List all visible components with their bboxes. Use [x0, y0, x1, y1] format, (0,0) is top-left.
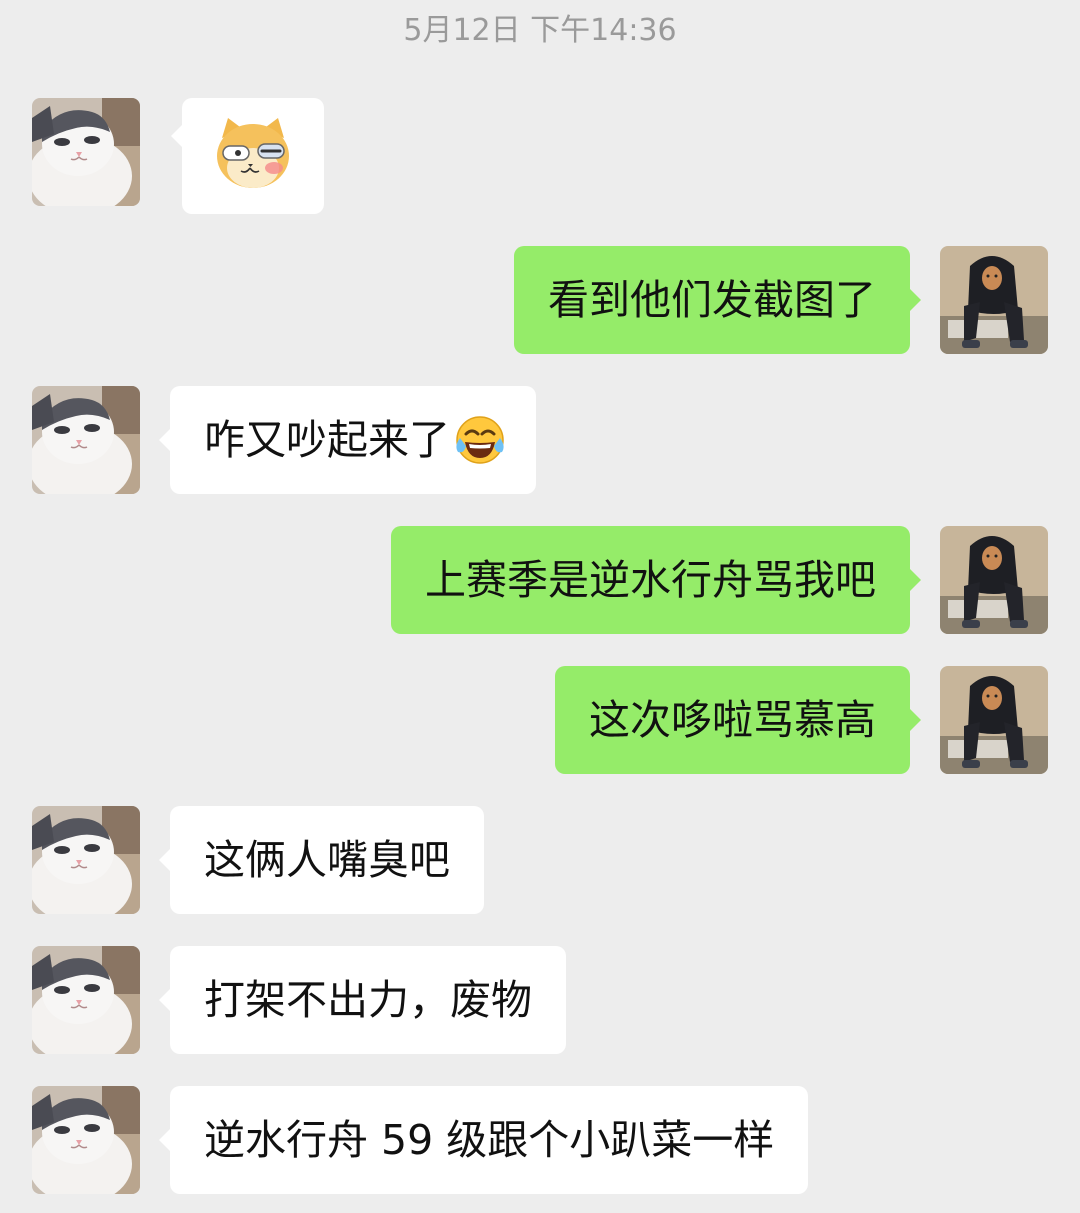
contact-avatar[interactable]	[32, 98, 140, 206]
contact-avatar[interactable]	[32, 386, 140, 494]
outgoing-message-bubble[interactable]: 这次哆啦骂慕高	[555, 666, 921, 774]
message-timestamp: 5月12日 下午14:36	[403, 13, 677, 48]
contact-avatar[interactable]	[32, 946, 140, 1054]
message-text: 这次哆啦骂慕高	[589, 696, 876, 744]
incoming-message-bubble[interactable]: 这俩人嘴臭吧	[159, 806, 484, 914]
message-text: 上赛季是逆水行舟骂我吧	[425, 556, 876, 604]
sticker-message-bubble[interactable]	[171, 98, 324, 214]
my-avatar[interactable]	[940, 246, 1048, 354]
message-text: 咋又吵起来了	[204, 416, 450, 464]
message-text: 这俩人嘴臭吧	[204, 836, 450, 884]
message-text: 看到他们发截图了	[548, 276, 876, 324]
contact-avatar[interactable]	[32, 806, 140, 914]
shiba-sticker-icon	[217, 118, 289, 188]
my-avatar[interactable]	[940, 666, 1048, 774]
outgoing-message-bubble[interactable]: 上赛季是逆水行舟骂我吧	[391, 526, 921, 634]
laughing-tears-emoji-icon	[456, 416, 504, 464]
message-text: 打架不出力，废物	[204, 976, 532, 1024]
incoming-message-bubble[interactable]: 咋又吵起来了	[159, 386, 536, 494]
my-avatar[interactable]	[940, 526, 1048, 634]
incoming-message-bubble[interactable]: 逆水行舟 59 级跟个小趴菜一样	[158, 1086, 809, 1194]
outgoing-message-bubble[interactable]: 看到他们发截图了	[514, 246, 921, 354]
incoming-message-bubble[interactable]: 打架不出力，废物	[159, 946, 566, 1054]
message-text: 逆水行舟 59 级跟个小趴菜一样	[204, 1116, 775, 1164]
contact-avatar[interactable]	[32, 1086, 140, 1194]
